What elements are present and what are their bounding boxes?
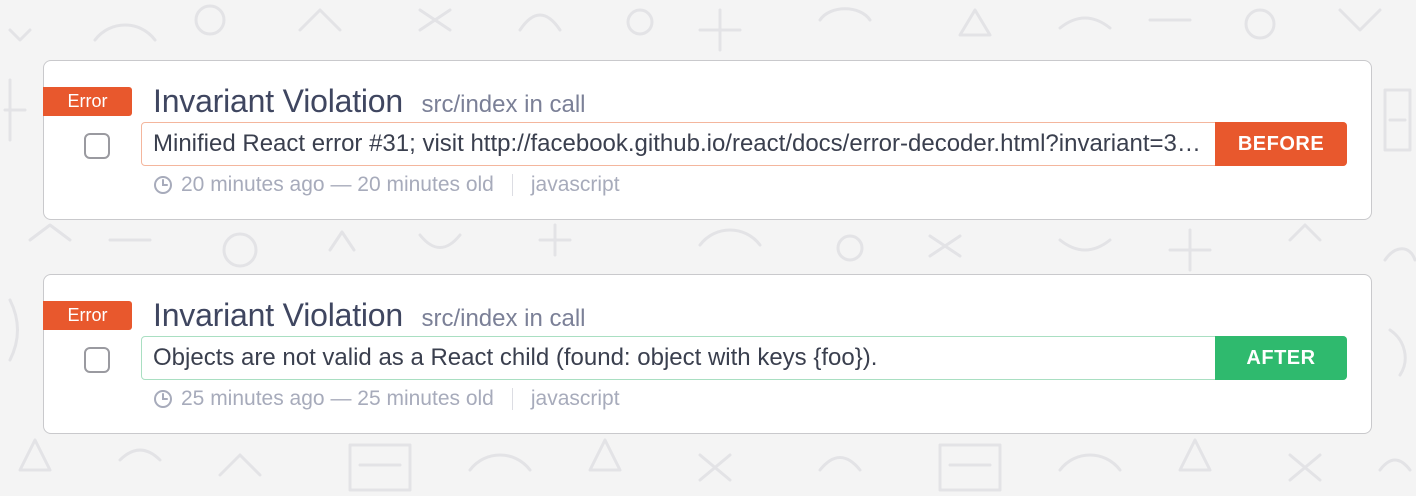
issue-meta: 20 minutes ago — 20 minutes old javascri… bbox=[153, 172, 620, 198]
platform: javascript bbox=[530, 387, 620, 410]
issue-message-box: Minified React error #31; visit http://f… bbox=[141, 122, 1347, 166]
issue-age: 25 minutes old bbox=[357, 387, 494, 410]
issue-culprit: src/index in call bbox=[421, 91, 586, 118]
issue-checkbox[interactable] bbox=[84, 347, 110, 373]
issue-message-box: Objects are not valid as a React child (… bbox=[141, 336, 1347, 380]
title-row: Invariant Violation src/index in call bbox=[153, 83, 586, 120]
issue-message: Objects are not valid as a React child (… bbox=[153, 344, 878, 371]
issue-meta: 25 minutes ago — 25 minutes old javascri… bbox=[153, 386, 620, 412]
clock-icon bbox=[154, 176, 172, 194]
meta-divider bbox=[511, 388, 513, 410]
issue-age: 20 minutes old bbox=[357, 173, 494, 196]
last-seen: 20 minutes ago bbox=[181, 173, 325, 196]
issue-card[interactable]: Error Invariant Violation src/index in c… bbox=[43, 274, 1372, 434]
meta-dash: — bbox=[324, 173, 358, 196]
issue-culprit: src/index in call bbox=[421, 305, 586, 332]
issue-message: Minified React error #31; visit http://f… bbox=[153, 130, 1203, 157]
issue-title[interactable]: Invariant Violation bbox=[153, 297, 403, 333]
after-tag: AFTER bbox=[1215, 336, 1347, 380]
issue-card[interactable]: Error Invariant Violation src/index in c… bbox=[43, 60, 1372, 220]
platform: javascript bbox=[530, 173, 620, 196]
level-badge: Error bbox=[43, 87, 132, 116]
before-tag: BEFORE bbox=[1215, 122, 1347, 166]
issue-title[interactable]: Invariant Violation bbox=[153, 83, 403, 119]
issue-checkbox[interactable] bbox=[84, 133, 110, 159]
meta-dash: — bbox=[324, 387, 358, 410]
last-seen: 25 minutes ago bbox=[181, 387, 325, 410]
clock-icon bbox=[154, 390, 172, 408]
title-row: Invariant Violation src/index in call bbox=[153, 297, 586, 334]
meta-divider bbox=[511, 174, 513, 196]
level-badge: Error bbox=[43, 301, 132, 330]
